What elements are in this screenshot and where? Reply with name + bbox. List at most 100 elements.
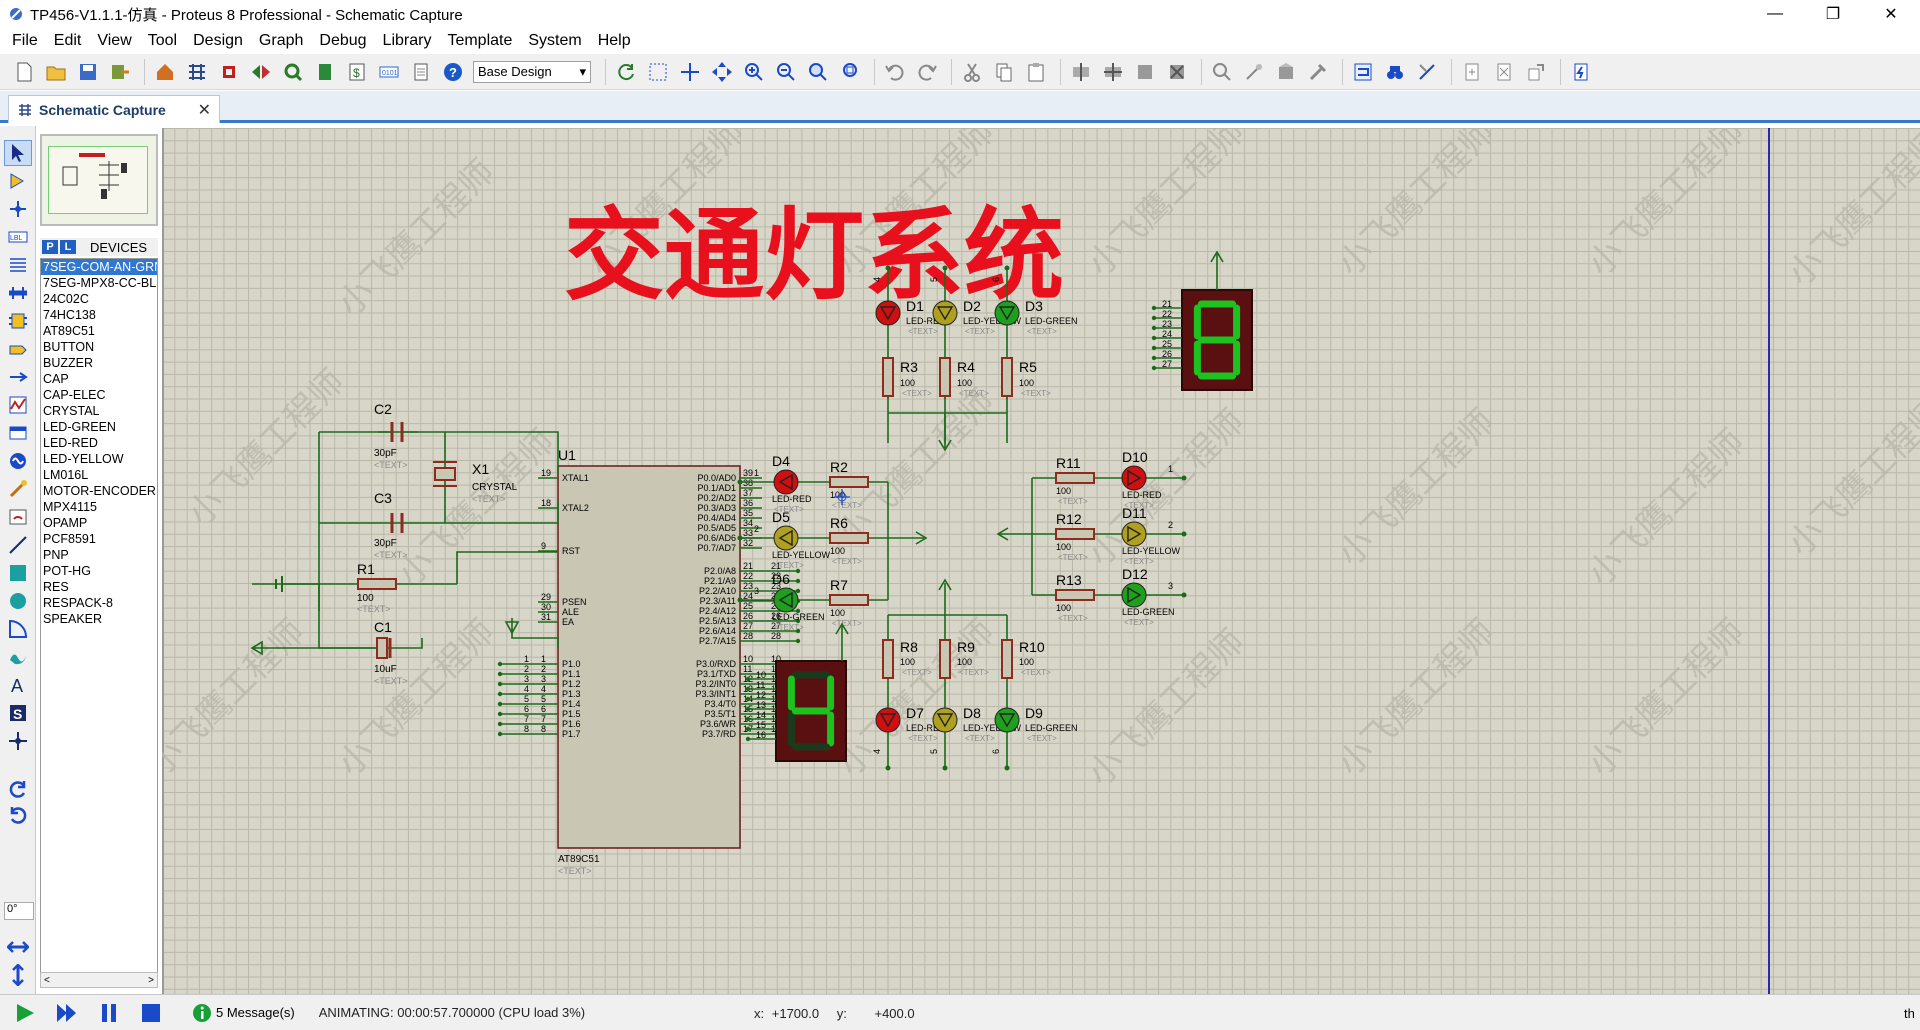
refresh-button[interactable] [612, 58, 640, 86]
device-list-item[interactable]: 24C02C [41, 291, 157, 307]
import-button[interactable] [106, 58, 134, 86]
stop-button[interactable] [134, 998, 168, 1028]
device-list-item[interactable]: LED-RED [41, 435, 157, 451]
decompose-button[interactable] [1304, 58, 1332, 86]
close-button[interactable]: ✕ [1862, 0, 1920, 28]
zoom-out-button[interactable] [772, 58, 800, 86]
block-move-button[interactable] [1099, 58, 1127, 86]
electrical-rule-check-button[interactable] [1567, 58, 1595, 86]
search-tag-button[interactable] [1381, 58, 1409, 86]
exit-to-parent-button[interactable] [1522, 58, 1550, 86]
device-list-item[interactable]: CAP [41, 371, 157, 387]
device-list-item[interactable]: PCF8591 [41, 531, 157, 547]
device-list-item[interactable]: POT-HG [41, 563, 157, 579]
gerber-viewer-button[interactable] [279, 58, 307, 86]
notes-button[interactable] [407, 58, 435, 86]
remove-sheet-button[interactable] [1490, 58, 1518, 86]
capacitor-c3[interactable]: C3 30pF <TEXT> [374, 490, 408, 560]
menu-system[interactable]: System [520, 32, 589, 50]
help-button[interactable]: ? [439, 58, 467, 86]
circle-mode-button[interactable] [4, 588, 32, 614]
wire-autorouter-button[interactable] [1349, 58, 1377, 86]
pause-button[interactable] [92, 998, 126, 1028]
menu-graph[interactable]: Graph [251, 32, 311, 50]
play-button[interactable] [8, 998, 42, 1028]
text-mode-button[interactable]: A [4, 672, 32, 698]
toggle-grid-button[interactable] [644, 58, 672, 86]
menu-help[interactable]: Help [590, 32, 639, 50]
junction-dot-mode-button[interactable] [4, 196, 32, 222]
tab-schematic-capture[interactable]: Schematic Capture ✕ [8, 95, 220, 123]
pick-devices-button[interactable]: P [42, 240, 58, 254]
menu-tool[interactable]: Tool [140, 32, 185, 50]
block-rotate-button[interactable] [1131, 58, 1159, 86]
line-mode-button[interactable] [4, 532, 32, 558]
subcircuit-mode-button[interactable] [4, 308, 32, 334]
device-pins-mode-button[interactable] [4, 364, 32, 390]
property-assignment-button[interactable] [1413, 58, 1441, 86]
device-list-item[interactable]: 7SEG-MPX8-CC-BLUE [41, 275, 157, 291]
pcb-layout-button[interactable] [215, 58, 243, 86]
zoom-in-button[interactable] [740, 58, 768, 86]
device-list-item[interactable]: BUTTON [41, 339, 157, 355]
home-button[interactable] [151, 58, 179, 86]
tape-recorder-mode-button[interactable] [4, 420, 32, 446]
menu-view[interactable]: View [89, 32, 139, 50]
menu-library[interactable]: Library [375, 32, 440, 50]
menu-file[interactable]: File [4, 32, 46, 50]
buses-mode-button[interactable] [4, 280, 32, 306]
design-explorer-button[interactable] [311, 58, 339, 86]
terminals-mode-button[interactable] [4, 336, 32, 362]
markers-mode-button[interactable] [4, 728, 32, 754]
zoom-area-button[interactable] [836, 58, 864, 86]
scroll-right-icon[interactable]: > [148, 975, 154, 986]
overview-window[interactable] [40, 134, 158, 226]
messages-indicator[interactable]: 5 Message(s) [192, 1003, 295, 1023]
zoom-all-button[interactable] [804, 58, 832, 86]
capacitor-c2[interactable]: C2 30pF <TEXT> [374, 401, 418, 470]
device-list-item[interactable]: 7SEG-COM-AN-GRN [41, 259, 157, 275]
mirror-vertical-button[interactable] [4, 962, 32, 988]
mirror-horizontal-button[interactable] [4, 934, 32, 960]
component-mode-button[interactable] [4, 168, 32, 194]
pan-button[interactable] [708, 58, 736, 86]
device-list-item[interactable]: MPX4115 [41, 499, 157, 515]
voltage-probe-mode-button[interactable] [4, 476, 32, 502]
schematic-button[interactable] [183, 58, 211, 86]
redo-button[interactable] [913, 58, 941, 86]
device-list-item[interactable]: LM016L [41, 467, 157, 483]
device-list-item[interactable]: RES [41, 579, 157, 595]
cut-button[interactable] [958, 58, 986, 86]
seven-segment-display-bottom[interactable]: 10111213141516 [745, 622, 849, 762]
device-list-item[interactable]: 74HC138 [41, 307, 157, 323]
graph-mode-button[interactable] [4, 392, 32, 418]
path-mode-button[interactable] [4, 644, 32, 670]
copy-button[interactable] [990, 58, 1018, 86]
design-variant-select[interactable]: Base Design ▾ [473, 60, 591, 83]
block-copy-button[interactable] [1067, 58, 1095, 86]
make-device-button[interactable] [1240, 58, 1268, 86]
maximize-button[interactable]: ❐ [1804, 0, 1862, 28]
device-list-item[interactable]: LED-GREEN [41, 419, 157, 435]
step-button[interactable] [50, 998, 84, 1028]
minimize-button[interactable]: — [1746, 0, 1804, 28]
device-list-item[interactable]: LED-YELLOW [41, 451, 157, 467]
devices-horizontal-scrollbar[interactable]: < > [40, 972, 158, 988]
rotate-clockwise-button[interactable] [4, 776, 32, 802]
seven-segment-display-top[interactable]: 21222324252627 [1151, 250, 1253, 391]
selection-mode-button[interactable] [4, 140, 32, 166]
block-delete-button[interactable] [1163, 58, 1191, 86]
mcu-u1[interactable]: U1 AT89C51 <TEXT> 19 XTAL118 XTAL29 RST29 PS… [538, 447, 762, 876]
bill-of-materials-button[interactable]: $ [343, 58, 371, 86]
tab-close-button[interactable]: ✕ [198, 100, 211, 120]
menu-template[interactable]: Template [439, 32, 520, 50]
pick-device-button[interactable] [1208, 58, 1236, 86]
undo-button[interactable] [881, 58, 909, 86]
new-sheet-button[interactable] [1458, 58, 1486, 86]
paste-button[interactable] [1022, 58, 1050, 86]
open-file-button[interactable] [42, 58, 70, 86]
packaging-tool-button[interactable] [1272, 58, 1300, 86]
text-script-mode-button[interactable] [4, 252, 32, 278]
rotate-anticlockwise-button[interactable] [4, 802, 32, 828]
menu-debug[interactable]: Debug [311, 32, 374, 50]
